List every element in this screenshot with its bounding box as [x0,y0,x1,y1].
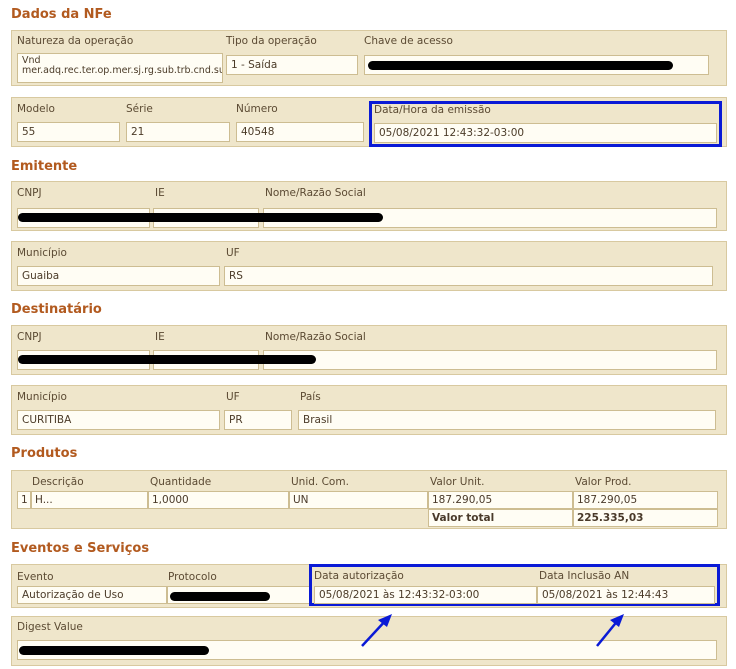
pais-label: País [300,391,321,403]
uf-label: UF [226,247,240,259]
section-title-emitente: Emitente [11,159,78,174]
section-title-produtos: Produtos [11,446,78,461]
highlight-box-datas: Data autorização 05/08/2021 às 12:43:32-… [309,564,720,606]
chave-field [364,55,709,75]
header-valor-unit: Valor Unit. [430,476,485,488]
municipio-label: Município [17,391,67,403]
destinatario-panel-ident: CNPJ IE Nome/Razão Social [11,325,727,375]
cell-valor-prod: 187.290,05 [573,491,718,509]
row-number: 1 [17,491,31,509]
autorizacao-field: 05/08/2021 às 12:43:32-03:00 [314,586,537,604]
digest-label: Digest Value [17,621,83,633]
municipio-label: Município [17,247,67,259]
nfe-panel-operacao: Natureza da operação Vnd mer.adq.rec.ter… [11,30,727,86]
section-title-dados-nfe: Dados da NFe [11,7,112,22]
redaction-bar [18,355,316,364]
nome-label: Nome/Razão Social [265,187,366,199]
numero-field: 40548 [236,122,364,142]
tipo-label: Tipo da operação [226,35,317,47]
header-unidade: Unid. Com. [291,476,349,488]
protocolo-field [167,586,310,604]
protocolo-label: Protocolo [168,571,217,583]
header-valor-prod: Valor Prod. [575,476,632,488]
modelo-field: 55 [17,122,120,142]
arrow-icon [361,614,392,647]
redaction-bar [170,592,270,601]
redaction-bar [19,646,209,655]
inclusao-field: 05/08/2021 às 12:44:43 [537,586,715,604]
emitente-panel-ident: CNPJ IE Nome/Razão Social [11,181,727,231]
cell-descricao[interactable]: H... [31,491,148,509]
section-title-eventos: Eventos e Serviços [11,541,150,556]
total-value: 225.335,03 [573,509,718,527]
modelo-label: Modelo [17,103,55,115]
chave-label: Chave de acesso [364,35,453,47]
tipo-field: 1 - Saída [226,55,358,75]
serie-field: 21 [126,122,230,142]
natureza-label: Natureza da operação [17,35,134,47]
redaction-bar [18,213,383,222]
redaction-bar [368,61,673,70]
municipio-field: CURITIBA [17,410,220,430]
uf-field: RS [224,266,713,286]
cnpj-label: CNPJ [17,187,42,199]
emissao-label: Data/Hora da emissão [374,104,491,116]
header-quantidade: Quantidade [150,476,212,488]
emitente-panel-local: Município Guaiba UF RS [11,241,727,291]
arrow-icon [596,614,624,647]
natureza-field: Vnd mer.adq.rec.ter.op.mer.sj.rg.sub.trb… [17,53,223,83]
cell-unidade: UN [289,491,428,509]
evento-label: Evento [17,571,54,583]
ie-label: IE [155,187,165,199]
evento-field: Autorização de Uso [17,586,167,604]
header-descricao: Descrição [32,476,84,488]
nome-label: Nome/Razão Social [265,331,366,343]
highlight-box-emissao: Data/Hora da emissão 05/08/2021 12:43:32… [369,101,722,147]
municipio-field: Guaiba [17,266,220,286]
uf-field: PR [224,410,292,430]
nome-field [263,350,717,370]
section-title-destinatario: Destinatário [11,302,102,317]
serie-label: Série [126,103,153,115]
uf-label: UF [226,391,240,403]
ie-label: IE [155,331,165,343]
emissao-field: 05/08/2021 12:43:32-03:00 [374,123,717,143]
numero-label: Número [236,103,278,115]
cnpj-label: CNPJ [17,331,42,343]
autorizacao-label: Data autorização [314,570,404,582]
cell-quantidade: 1,0000 [148,491,289,509]
inclusao-label: Data Inclusão AN [539,570,630,582]
destinatario-panel-local: Município CURITIBA UF PR País Brasil [11,385,727,435]
cell-valor-unit: 187.290,05 [428,491,573,509]
produtos-panel: Descrição Quantidade Unid. Com. Valor Un… [11,470,727,529]
total-label: Valor total [428,509,573,527]
pais-field: Brasil [298,410,716,430]
